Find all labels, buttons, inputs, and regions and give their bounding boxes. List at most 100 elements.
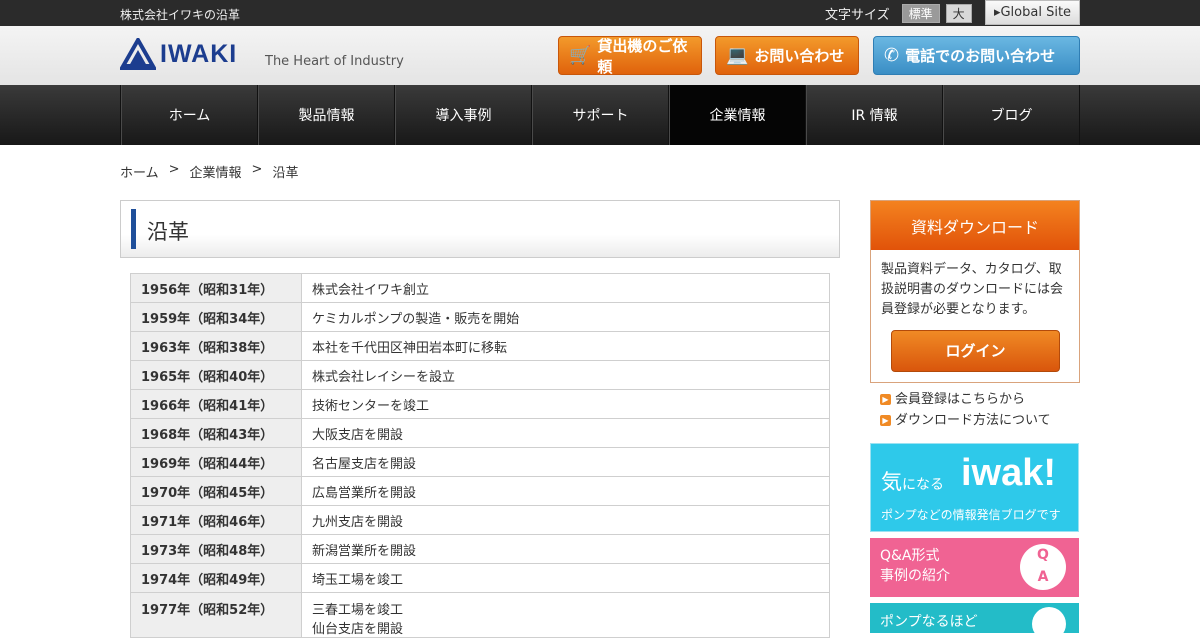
table-row: 1970年（昭和45年） 広島営業所を開設 <box>130 476 830 506</box>
banner-qa-text: Q&A形式 事例の紹介 <box>880 546 950 586</box>
nav-item-support[interactable]: サポート <box>532 85 669 145</box>
banner-iwaki-ki: 気 <box>881 470 902 494</box>
header: IWAKI The Heart of Industry 🛒 貸出機のご依頼 💻 … <box>0 26 1200 85</box>
arrow-right-icon: ▶ <box>880 415 891 426</box>
arrow-right-icon: ▶ <box>880 394 891 405</box>
banner-iwaki-ninaru: になる <box>902 477 944 493</box>
tagline: The Heart of Industry <box>265 54 404 69</box>
rental-request-label: 貸出機のご依頼 <box>597 36 688 76</box>
history-event: 株式会社レイシーを設立 <box>301 360 830 390</box>
history-event: 技術センターを竣工 <box>301 389 830 419</box>
banner-qa-line1: Q&A形式 <box>880 548 940 564</box>
banner-qa-q: Q <box>1037 547 1049 563</box>
history-event: 本社を千代田区神田岩本町に移転 <box>301 331 830 361</box>
history-event: 広島営業所を開設 <box>301 476 830 506</box>
iwaki-logo-icon <box>120 38 156 70</box>
history-event: 名古屋支店を開設 <box>301 447 830 477</box>
phone-contact-button[interactable]: ✆ 電話でのお問い合わせ <box>873 36 1080 75</box>
logo[interactable]: IWAKI <box>120 38 237 70</box>
history-event-line: 三春工場を竣工 <box>312 603 404 618</box>
download-box: 資料ダウンロード 製品資料データ、カタログ、取扱説明書のダウンロードには会員登録… <box>870 200 1080 383</box>
nav-item-blog[interactable]: ブログ <box>943 85 1080 145</box>
breadcrumb-separator: > <box>251 162 263 177</box>
breadcrumb-current: 沿革 <box>272 166 299 181</box>
history-event: ケミカルポンプの製造・販売を開始 <box>301 302 830 332</box>
qa-bubble-icon: Q A <box>1020 544 1066 590</box>
history-event: 大阪支店を開設 <box>301 418 830 448</box>
table-row: 1977年（昭和52年） 三春工場を竣工 仙台支店を開設 <box>130 592 830 638</box>
table-row: 1956年（昭和31年） 株式会社イワキ創立 <box>130 273 830 303</box>
banner-qa-line2: 事例の紹介 <box>880 568 950 584</box>
history-year: 1970年（昭和45年） <box>130 476 302 506</box>
nav-item-ir[interactable]: IR 情報 <box>806 85 943 145</box>
table-row: 1959年（昭和34年） ケミカルポンプの製造・販売を開始 <box>130 302 830 332</box>
font-size-large-button[interactable]: 大 <box>945 4 972 23</box>
phone-icon: ✆ <box>884 45 900 66</box>
history-event: 株式会社イワキ創立 <box>301 273 830 303</box>
font-size-standard-button[interactable]: 標準 <box>901 4 940 23</box>
history-year: 1977年（昭和52年） <box>130 592 302 638</box>
history-year: 1974年（昭和49年） <box>130 563 302 593</box>
phone-contact-label: 電話でのお問い合わせ <box>905 47 1056 65</box>
contact-label: お問い合わせ <box>754 47 845 65</box>
banner-iwaki-word: iwak! <box>961 452 1057 494</box>
member-register-label: 会員登録はこちらから <box>895 392 1026 407</box>
breadcrumb-separator: > <box>168 162 180 177</box>
history-event: 新潟営業所を開設 <box>301 534 830 564</box>
sidebar-links: ▶ 会員登録はこちらから ▶ ダウンロード方法について <box>880 389 1051 431</box>
main-nav: ホーム 製品情報 導入事例 サポート 企業情報 IR 情報 ブログ <box>0 85 1200 145</box>
table-row: 1968年（昭和43年） 大阪支店を開設 <box>130 418 830 448</box>
download-text: 製品資料データ、カタログ、取扱説明書のダウンロードには会員登録が必要となります。 <box>881 262 1064 317</box>
page-title: 沿革 <box>147 220 189 244</box>
table-row: 1969年（昭和44年） 名古屋支店を開設 <box>130 447 830 477</box>
table-row: 1965年（昭和40年） 株式会社レイシーを設立 <box>130 360 830 390</box>
logo-text: IWAKI <box>160 39 238 68</box>
history-event-line: 仙台支店を開設 <box>312 622 404 637</box>
cart-icon: 🛒 <box>569 45 592 66</box>
pump-naruhodo-banner[interactable]: ポンプなるほど <box>870 603 1079 641</box>
global-site-link[interactable]: ▸Global Site <box>985 0 1080 25</box>
nav-item-company[interactable]: 企業情報 <box>669 85 806 145</box>
history-year: 1971年（昭和46年） <box>130 505 302 535</box>
nav-item-home[interactable]: ホーム <box>121 85 258 145</box>
laptop-icon: 💻 <box>726 45 749 66</box>
history-event: 三春工場を竣工 仙台支店を開設 <box>301 592 830 638</box>
qa-cases-banner[interactable]: Q&A形式 事例の紹介 Q A <box>870 538 1079 597</box>
table-row: 1973年（昭和48年） 新潟営業所を開設 <box>130 534 830 564</box>
font-size-label: 文字サイズ <box>825 8 890 23</box>
contact-button[interactable]: 💻 お問い合わせ <box>715 36 859 75</box>
nav-item-case-studies[interactable]: 導入事例 <box>395 85 532 145</box>
history-year: 1963年（昭和38年） <box>130 331 302 361</box>
breadcrumb-home[interactable]: ホーム <box>120 162 159 181</box>
page-title-box: 沿革 <box>120 200 840 258</box>
bulb-icon <box>1032 607 1066 641</box>
login-button[interactable]: ログイン <box>891 330 1060 372</box>
iwaki-blog-banner[interactable]: 気になる iwak! ポンプなどの情報発信ブログです <box>870 443 1079 532</box>
download-title: 資料ダウンロード <box>871 201 1079 250</box>
nav-item-products[interactable]: 製品情報 <box>258 85 395 145</box>
banner-iwaki-kininaru: 気になる <box>881 466 944 496</box>
member-register-link[interactable]: ▶ 会員登録はこちらから <box>880 389 1051 410</box>
table-row: 1963年（昭和38年） 本社を千代田区神田岩本町に移転 <box>130 331 830 361</box>
download-howto-link[interactable]: ▶ ダウンロード方法について <box>880 410 1051 431</box>
banner-pump-text: ポンプなるほど <box>880 614 978 630</box>
breadcrumb: ホーム > 企業情報 > 沿革 <box>120 162 298 181</box>
history-event: 埼玉工場を竣工 <box>301 563 830 593</box>
history-year: 1973年（昭和48年） <box>130 534 302 564</box>
banner-iwaki-sub: ポンプなどの情報発信ブログです <box>881 508 1061 522</box>
site-title: 株式会社イワキの沿革 <box>120 8 241 22</box>
history-year: 1966年（昭和41年） <box>130 389 302 419</box>
top-bar: 株式会社イワキの沿革 文字サイズ 標準 大 ▸Global Site <box>0 0 1200 26</box>
table-row: 1974年（昭和49年） 埼玉工場を竣工 <box>130 563 830 593</box>
banner-qa-a: A <box>1037 569 1049 585</box>
history-event: 九州支店を開設 <box>301 505 830 535</box>
rental-request-button[interactable]: 🛒 貸出機のご依頼 <box>558 36 702 76</box>
breadcrumb-company[interactable]: 企業情報 <box>190 162 242 181</box>
history-year: 1956年（昭和31年） <box>130 273 302 303</box>
history-table: 1956年（昭和31年） 株式会社イワキ創立 1959年（昭和34年） ケミカルポン… <box>130 273 830 638</box>
table-row: 1971年（昭和46年） 九州支店を開設 <box>130 505 830 535</box>
history-year: 1965年（昭和40年） <box>130 360 302 390</box>
history-year: 1959年（昭和34年） <box>130 302 302 332</box>
download-howto-label: ダウンロード方法について <box>895 413 1051 428</box>
table-row: 1966年（昭和41年） 技術センターを竣工 <box>130 389 830 419</box>
